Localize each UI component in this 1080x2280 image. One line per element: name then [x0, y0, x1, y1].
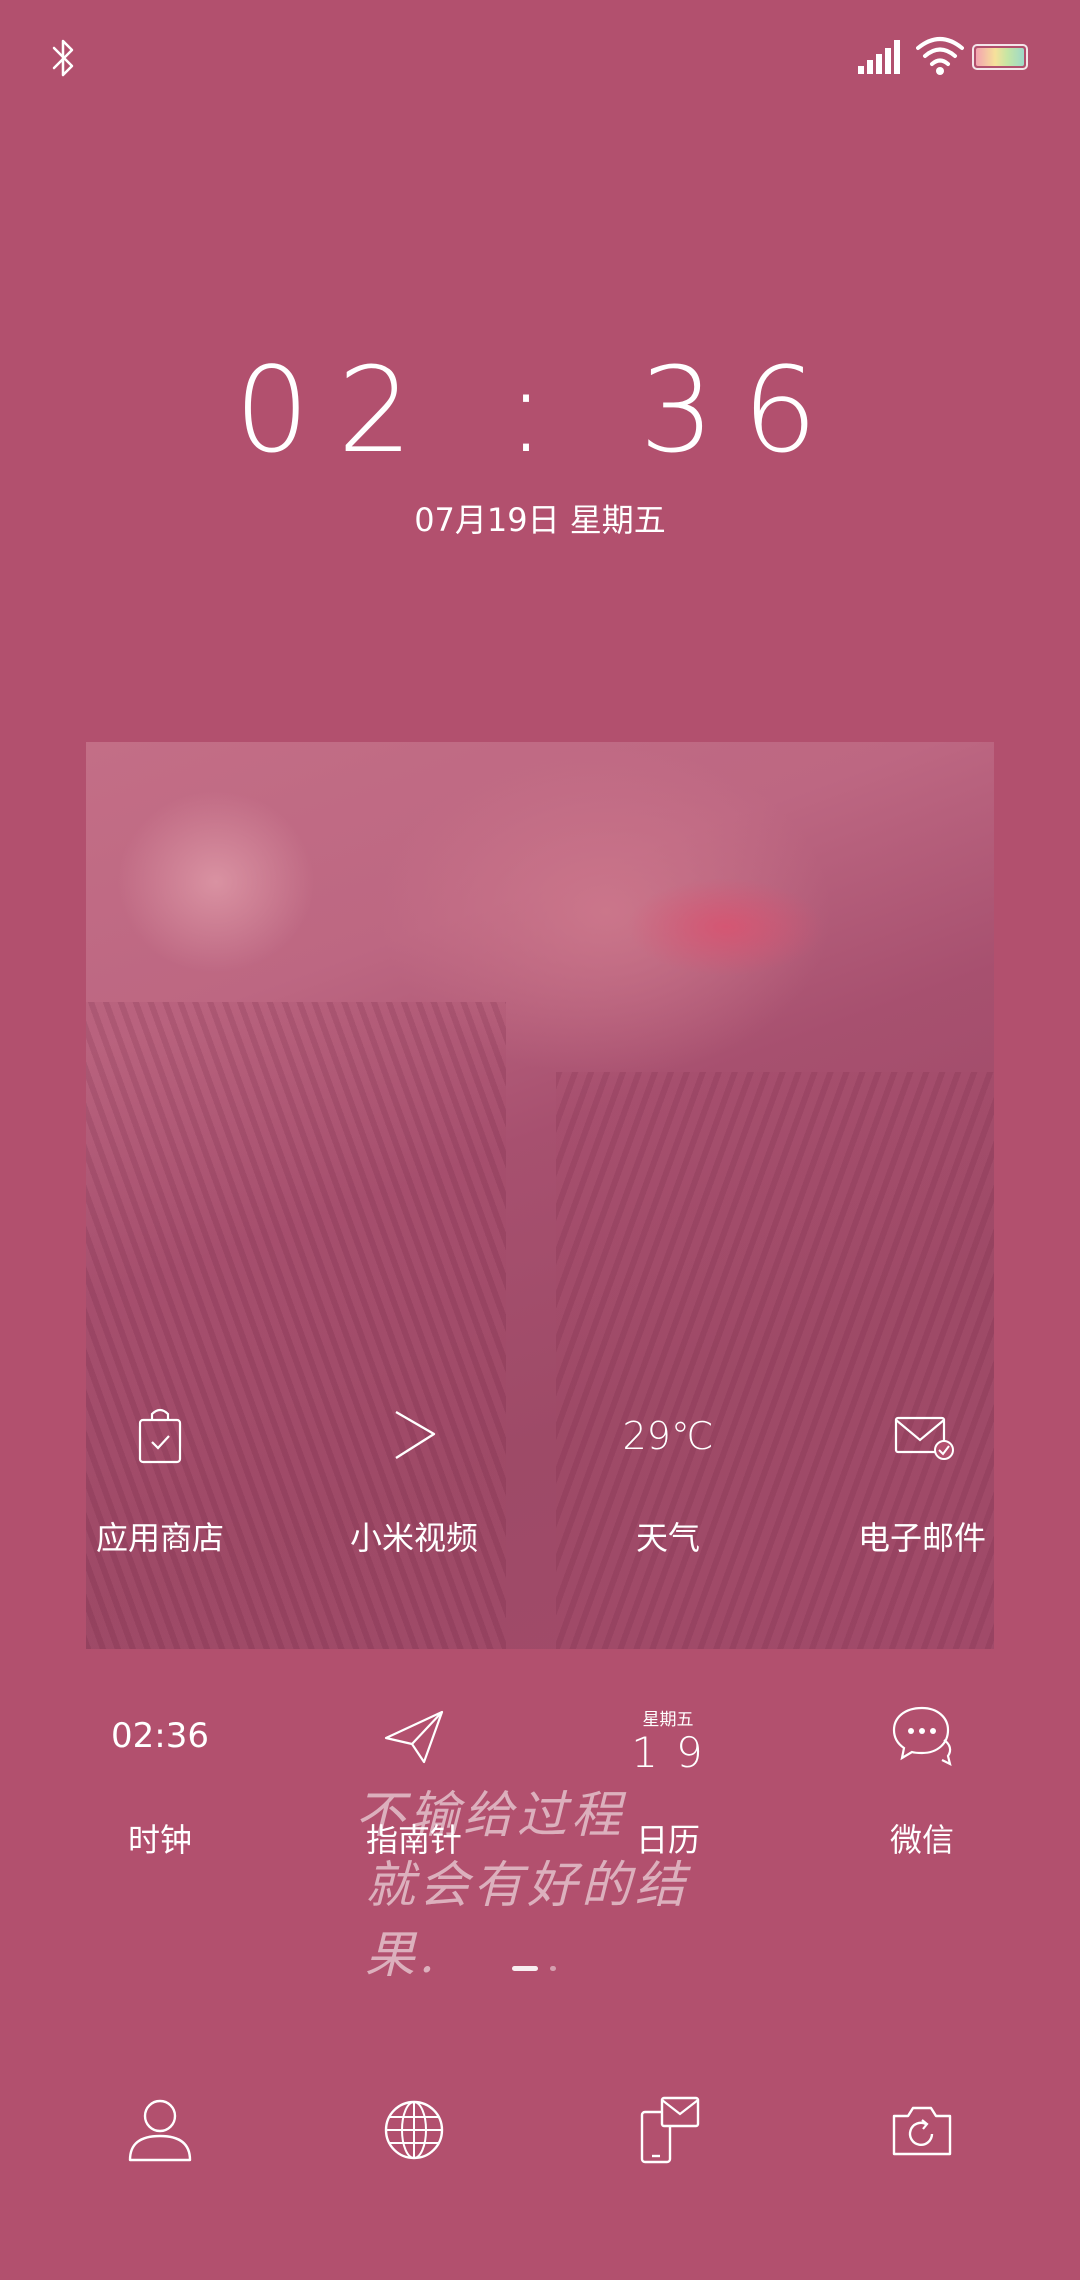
app-label-mi-video: 小米视频 — [349, 1519, 478, 1557]
clock-app[interactable]: 02:36 时钟 — [45, 1700, 275, 1859]
compass-app[interactable]: 指南针 — [299, 1700, 529, 1859]
photo-widget[interactable] — [86, 742, 994, 1649]
camera-icon — [892, 2106, 952, 2156]
app-store-app[interactable]: 应用商店 — [45, 1400, 275, 1557]
page-indicator[interactable] — [512, 1966, 572, 1974]
dock-contacts[interactable] — [45, 2090, 275, 2170]
lockscreen-date: 07月19日 星期五 — [414, 501, 666, 539]
bluetooth-icon — [52, 39, 74, 77]
lockscreen-time: 02 : 36 — [234, 341, 846, 479]
app-store-bag-icon — [138, 1408, 182, 1464]
clock-app-time: 02:36 — [111, 1716, 209, 1756]
browser-globe-icon — [384, 2100, 444, 2160]
contacts-person-icon — [128, 2099, 192, 2162]
app-label-weather: 天气 — [635, 1519, 700, 1557]
chat-bubbles-icon — [892, 1706, 952, 1767]
app-label-wechat: 微信 — [889, 1821, 954, 1859]
status-bar — [0, 0, 1080, 120]
dock-browser[interactable] — [299, 2090, 529, 2170]
cellular-signal-icon — [858, 40, 900, 74]
wechat-app[interactable]: 微信 — [807, 1700, 1037, 1859]
weather-temperature: 29℃ — [622, 1414, 714, 1458]
wifi-icon — [916, 37, 964, 75]
dock-messages[interactable] — [553, 2090, 783, 2170]
dock-camera[interactable] — [807, 2090, 1037, 2170]
email-app[interactable]: 电子邮件 — [807, 1400, 1037, 1557]
mail-icon — [894, 1416, 954, 1460]
paper-plane-icon — [384, 1710, 444, 1764]
app-label-clock: 时钟 — [127, 1821, 192, 1859]
app-label-email: 电子邮件 — [857, 1519, 986, 1557]
weather-app[interactable]: 29℃ 天气 — [553, 1400, 783, 1557]
play-chevron-icon — [395, 1410, 436, 1460]
page-dot — [550, 1966, 556, 1971]
calendar-day-number: 19 — [631, 1728, 721, 1777]
mi-video-app[interactable]: 小米视频 — [299, 1400, 529, 1557]
phone-message-icon — [640, 2096, 700, 2164]
calendar-app[interactable]: 星期五 19 日历 — [553, 1700, 783, 1859]
battery-icon — [972, 44, 1028, 70]
app-label-app-store: 应用商店 — [95, 1519, 224, 1557]
quote-line-1: 不输给过程 — [355, 1786, 625, 1844]
page-dot-active — [512, 1966, 538, 1971]
handwritten-quote: 不输给过程 就会有好的结果. — [355, 1780, 755, 1990]
calendar-weekday: 星期五 — [642, 1710, 694, 1730]
